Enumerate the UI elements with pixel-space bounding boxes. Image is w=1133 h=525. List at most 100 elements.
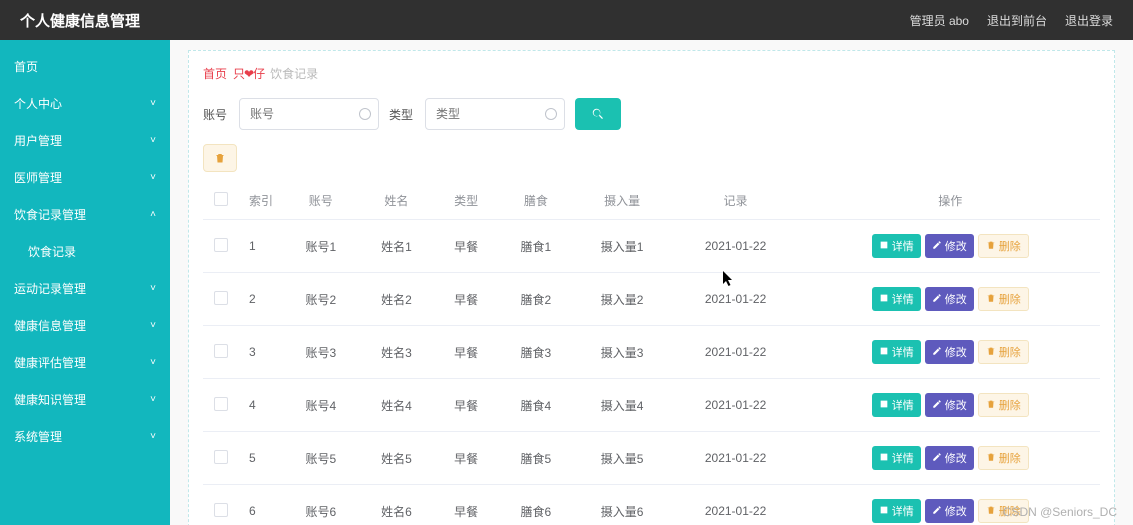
admin-label[interactable]: 管理员 abo <box>910 12 969 29</box>
cell-intake: 摄入量1 <box>574 220 671 273</box>
cell-index: 4 <box>239 379 283 432</box>
delete-button[interactable]: 删除 <box>978 446 1029 470</box>
cell-meal: 膳食1 <box>498 220 574 273</box>
sidebar-item[interactable]: 首页 <box>0 48 170 85</box>
detail-button[interactable]: 详情 <box>872 287 921 311</box>
cell-type: 早餐 <box>434 485 498 525</box>
row-checkbox[interactable] <box>214 344 228 358</box>
detail-button[interactable]: 详情 <box>872 234 921 258</box>
table-row: 1 账号1 姓名1 早餐 膳食1 摄入量1 2021-01-22 详情 修改 删… <box>203 220 1100 273</box>
modify-button[interactable]: 修改 <box>925 446 974 470</box>
chevron-down-icon: ˅ <box>150 394 156 405</box>
cell-record: 2021-01-22 <box>671 326 801 379</box>
modify-button[interactable]: 修改 <box>925 499 974 523</box>
detail-button[interactable]: 详情 <box>872 446 921 470</box>
col-account: 账号 <box>283 182 359 220</box>
row-checkbox[interactable] <box>214 503 228 517</box>
detail-button[interactable]: 详情 <box>872 499 921 523</box>
account-input[interactable] <box>239 98 379 130</box>
sidebar-item[interactable]: 健康信息管理˅ <box>0 307 170 344</box>
batch-delete-button[interactable] <box>203 144 237 172</box>
table-row: 2 账号2 姓名2 早餐 膳食2 摄入量2 2021-01-22 详情 修改 删… <box>203 273 1100 326</box>
cell-type: 早餐 <box>434 273 498 326</box>
sidebar-item[interactable]: 健康知识管理˅ <box>0 381 170 418</box>
document-icon <box>879 505 889 518</box>
sidebar-item-label: 饮食记录管理 <box>14 206 86 223</box>
cell-record: 2021-01-22 <box>671 273 801 326</box>
delete-button[interactable]: 删除 <box>978 340 1029 364</box>
search-icon <box>591 107 605 121</box>
app-header: 个人健康信息管理 管理员 abo 退出到前台 退出登录 <box>0 0 1133 40</box>
sidebar-item-label: 健康评估管理 <box>14 354 86 371</box>
edit-icon <box>932 399 942 412</box>
cell-index: 5 <box>239 432 283 485</box>
filter-bar: 账号 类型 <box>203 98 1100 130</box>
row-checkbox[interactable] <box>214 291 228 305</box>
type-input[interactable] <box>425 98 565 130</box>
col-index: 索引 <box>239 182 283 220</box>
cell-type: 早餐 <box>434 326 498 379</box>
modify-button[interactable]: 修改 <box>925 393 974 417</box>
edit-icon <box>932 293 942 306</box>
detail-button[interactable]: 详情 <box>872 393 921 417</box>
sidebar-item-label: 系统管理 <box>14 428 62 445</box>
edit-icon <box>932 240 942 253</box>
cell-intake: 摄入量4 <box>574 379 671 432</box>
app-title: 个人健康信息管理 <box>20 10 140 31</box>
sidebar-item-label: 个人中心 <box>14 95 62 112</box>
cell-type: 早餐 <box>434 379 498 432</box>
col-type: 类型 <box>434 182 498 220</box>
sidebar-item[interactable]: 用户管理˅ <box>0 122 170 159</box>
cell-name: 姓名5 <box>359 432 435 485</box>
delete-button[interactable]: 删除 <box>978 393 1029 417</box>
table-row: 5 账号5 姓名5 早餐 膳食5 摄入量5 2021-01-22 详情 修改 删… <box>203 432 1100 485</box>
filter-account-label: 账号 <box>203 106 227 123</box>
breadcrumb-home[interactable]: 首页 <box>203 65 227 82</box>
chevron-down-icon: ˅ <box>150 320 156 331</box>
cell-type: 早餐 <box>434 220 498 273</box>
cell-meal: 膳食2 <box>498 273 574 326</box>
sidebar-item[interactable]: 健康评估管理 ˅ <box>0 344 170 381</box>
sidebar-item[interactable]: 运动记录管理˅ <box>0 270 170 307</box>
chevron-down-icon: ˅ <box>150 357 156 368</box>
cell-intake: 摄入量6 <box>574 485 671 525</box>
breadcrumb: 首页 只❤仔 饮食记录 <box>203 65 1100 82</box>
row-checkbox[interactable] <box>214 450 228 464</box>
cell-name: 姓名6 <box>359 485 435 525</box>
cell-account: 账号2 <box>283 273 359 326</box>
cell-type: 早餐 <box>434 432 498 485</box>
sidebar-item[interactable]: 医师管理˅ <box>0 159 170 196</box>
select-all-checkbox[interactable] <box>214 192 228 206</box>
modify-button[interactable]: 修改 <box>925 340 974 364</box>
search-button[interactable] <box>575 98 621 130</box>
edit-icon <box>932 505 942 518</box>
chevron-down-icon: ˅ <box>150 172 156 183</box>
back-to-front-button[interactable]: 退出到前台 <box>987 12 1047 29</box>
table-row: 6 账号6 姓名6 早餐 膳食6 摄入量6 2021-01-22 详情 修改 删… <box>203 485 1100 525</box>
cell-name: 姓名2 <box>359 273 435 326</box>
sidebar-item[interactable]: 饮食记录管理˄ <box>0 196 170 233</box>
detail-button[interactable]: 详情 <box>872 340 921 364</box>
trash-icon <box>214 152 226 164</box>
sidebar-item[interactable]: 个人中心 ˅ <box>0 85 170 122</box>
edit-icon <box>932 346 942 359</box>
col-intake: 摄入量 <box>574 182 671 220</box>
cell-meal: 膳食5 <box>498 432 574 485</box>
delete-button[interactable]: 删除 <box>978 234 1029 258</box>
col-record: 记录 <box>671 182 801 220</box>
chevron-down-icon: ˅ <box>150 98 156 109</box>
modify-button[interactable]: 修改 <box>925 234 974 258</box>
trash-icon <box>986 240 996 253</box>
modify-button[interactable]: 修改 <box>925 287 974 311</box>
col-meal: 膳食 <box>498 182 574 220</box>
row-checkbox[interactable] <box>214 238 228 252</box>
row-checkbox[interactable] <box>214 397 228 411</box>
sidebar-item[interactable]: 系统管理˅ <box>0 418 170 455</box>
breadcrumb-current: 饮食记录 <box>270 65 318 82</box>
sidebar-item-label: 运动记录管理 <box>14 280 86 297</box>
delete-button[interactable]: 删除 <box>978 287 1029 311</box>
trash-icon <box>986 293 996 306</box>
sidebar-sub-item[interactable]: 饮食记录 <box>0 233 170 270</box>
logout-button[interactable]: 退出登录 <box>1065 12 1113 29</box>
cell-account: 账号6 <box>283 485 359 525</box>
